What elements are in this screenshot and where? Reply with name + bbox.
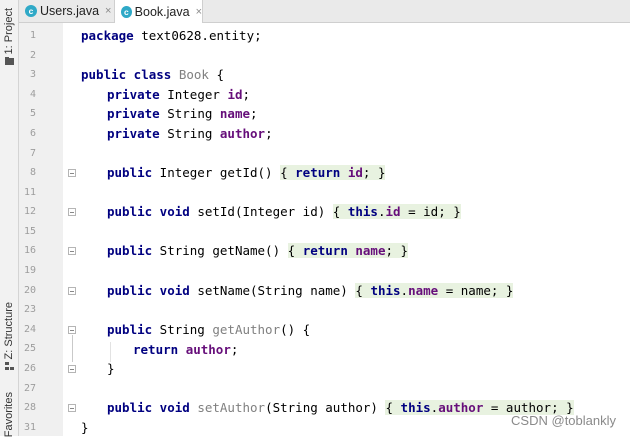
watermark: CSDN @toblankly bbox=[511, 413, 616, 428]
code-line: package text0628.entity; bbox=[81, 28, 262, 43]
fold-toggle-icon[interactable] bbox=[68, 326, 76, 334]
line-number: 11 bbox=[23, 187, 36, 198]
tab-users-java[interactable]: c Users.java × bbox=[19, 0, 115, 22]
line-number: 2 bbox=[29, 50, 36, 61]
code-line: public class Book { bbox=[81, 67, 225, 82]
close-icon[interactable]: × bbox=[196, 6, 202, 18]
code-line: public String getName() { return name; } bbox=[107, 243, 409, 258]
code-line: public void setId(Integer id) { this.id … bbox=[107, 204, 461, 219]
line-number: 15 bbox=[23, 226, 36, 237]
close-icon[interactable]: × bbox=[105, 5, 111, 17]
line-number: 3 bbox=[29, 69, 36, 80]
code-line: public void setAuthor(String author) { t… bbox=[107, 400, 574, 415]
structure-tool-tab[interactable]: Z: Structure bbox=[0, 302, 18, 371]
java-class-icon: c bbox=[25, 5, 37, 17]
folder-icon bbox=[4, 57, 14, 66]
line-number: 6 bbox=[29, 128, 36, 139]
project-tab-label: 1: Project bbox=[3, 8, 15, 55]
code-line: private String author; bbox=[107, 126, 273, 141]
fold-toggle-icon[interactable] bbox=[68, 287, 76, 295]
fold-toggle-icon[interactable] bbox=[68, 169, 76, 177]
code-line: return author; bbox=[133, 342, 239, 357]
editor-tab-bar: c Users.java × c Book.java × bbox=[19, 0, 630, 23]
fold-toggle-icon[interactable] bbox=[68, 365, 76, 373]
project-tool-tab[interactable]: 1: Project bbox=[0, 8, 18, 66]
line-number: 28 bbox=[23, 402, 36, 413]
line-number: 31 bbox=[23, 422, 36, 433]
code-line: public Integer getId() { return id; } bbox=[107, 165, 386, 180]
line-number: 24 bbox=[23, 324, 36, 335]
tab-label: Users.java bbox=[40, 4, 100, 18]
code-line: } bbox=[107, 361, 115, 376]
favorites-tool-tab[interactable]: Favorites bbox=[0, 392, 18, 437]
line-number: 1 bbox=[29, 30, 36, 41]
code-line: public void setName(String name) { this.… bbox=[107, 283, 514, 298]
line-number: 25 bbox=[23, 343, 36, 354]
code-line: private String name; bbox=[107, 106, 258, 121]
code-line: } bbox=[81, 420, 89, 435]
fold-toggle-icon[interactable] bbox=[68, 247, 76, 255]
structure-icon bbox=[4, 362, 14, 371]
line-number: 4 bbox=[29, 89, 36, 100]
line-number: 26 bbox=[23, 363, 36, 374]
fold-guide bbox=[72, 335, 73, 362]
code-line: public String getAuthor() { bbox=[107, 322, 311, 337]
tab-book-java[interactable]: c Book.java × bbox=[115, 0, 203, 23]
line-number: 16 bbox=[23, 245, 36, 256]
fold-toggle-icon[interactable] bbox=[68, 404, 76, 412]
tab-label: Book.java bbox=[134, 4, 190, 19]
line-number: 12 bbox=[23, 206, 36, 217]
line-number: 23 bbox=[23, 304, 36, 315]
line-number: 5 bbox=[29, 108, 36, 119]
java-class-icon: c bbox=[121, 5, 132, 18]
line-number: 19 bbox=[23, 265, 36, 276]
favorites-tab-label: Favorites bbox=[3, 392, 15, 437]
fold-column bbox=[63, 23, 81, 436]
line-number: 20 bbox=[23, 285, 36, 296]
line-number: 27 bbox=[23, 383, 36, 394]
structure-tab-label: Z: Structure bbox=[3, 302, 15, 360]
line-number: 8 bbox=[29, 167, 36, 178]
tool-window-strip: 1: Project Z: Structure Favorites bbox=[0, 0, 19, 437]
code-line: private Integer id; bbox=[107, 87, 251, 102]
line-number: 7 bbox=[29, 148, 36, 159]
fold-toggle-icon[interactable] bbox=[68, 208, 76, 216]
